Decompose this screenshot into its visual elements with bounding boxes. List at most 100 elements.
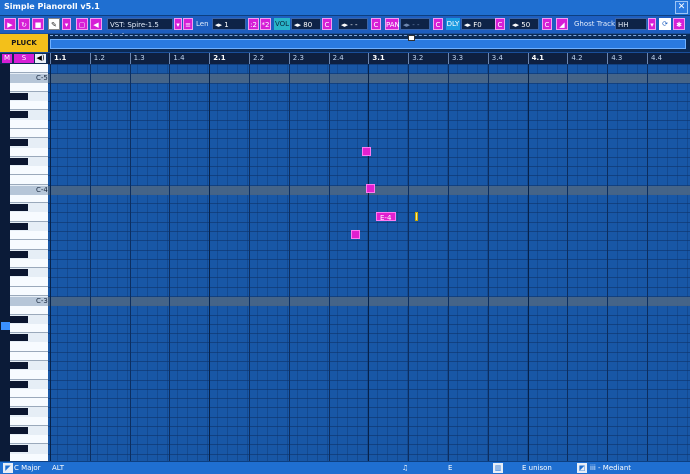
ruler-mark[interactable]: 3.1 <box>368 53 385 64</box>
white-key[interactable] <box>10 398 48 408</box>
vol-label[interactable]: VOL <box>274 18 290 30</box>
pan-arrows-icon: ◂▸ <box>403 21 413 29</box>
current-note: E <box>448 464 453 472</box>
ruler-mark[interactable]: 4.4 <box>647 53 662 64</box>
pan-input[interactable]: ◂▸ - - <box>400 18 430 30</box>
settings-icon[interactable]: ✱ <box>673 18 685 30</box>
scale-icon[interactable]: ◤ <box>3 463 13 473</box>
keyboard-icon[interactable]: ▥ <box>493 463 503 473</box>
ruler-mark[interactable]: 3.3 <box>448 53 463 64</box>
white-key[interactable] <box>10 277 48 287</box>
ruler-mark[interactable]: 1.1 <box>50 53 66 64</box>
white-key[interactable] <box>10 212 48 222</box>
title-bar <box>0 0 690 16</box>
vst-selector[interactable]: VST: Spire-1.5 [05] <box>107 18 173 41</box>
white-key[interactable] <box>10 416 48 426</box>
vel-reset-button[interactable]: C <box>371 18 381 30</box>
white-key[interactable] <box>10 342 48 352</box>
track-name-button[interactable]: PLUCK <box>0 34 48 52</box>
pan-label[interactable]: PAN <box>385 18 400 30</box>
close-button[interactable]: ✕ <box>675 1 688 14</box>
ghost-track-select[interactable]: HH <box>615 18 647 30</box>
preview-speaker-icon[interactable]: ◀) <box>35 54 46 63</box>
vel-value: - - <box>350 21 358 29</box>
white-key[interactable] <box>10 147 48 157</box>
beat-line <box>448 64 449 461</box>
tool-dropdown-icon[interactable]: ▾ <box>62 18 71 30</box>
vol-reset-button[interactable]: C <box>322 18 332 30</box>
swing-reset-button[interactable]: C <box>542 18 552 30</box>
loop-icon[interactable]: ↻ <box>18 18 30 30</box>
signal-icon[interactable]: ◢ <box>556 18 568 30</box>
scrollbar-thumb[interactable] <box>50 39 686 49</box>
mute-button[interactable]: M <box>2 54 12 63</box>
solo-button[interactable]: S <box>14 54 34 63</box>
beat-line <box>129 64 131 461</box>
beat-line <box>89 64 91 461</box>
pan-reset-button[interactable]: C <box>433 18 443 30</box>
white-key[interactable] <box>10 64 48 74</box>
white-key[interactable] <box>10 435 48 445</box>
ruler-mark[interactable]: 3.2 <box>408 53 423 64</box>
white-key[interactable] <box>10 175 48 185</box>
len-input[interactable]: ◂▸ 1 <box>212 18 246 30</box>
scale-label[interactable]: C Major <box>14 462 41 474</box>
white-key[interactable] <box>10 166 48 176</box>
ruler-mark[interactable]: 1.2 <box>89 53 105 64</box>
dly-reset-button[interactable]: C <box>495 18 505 30</box>
vol-value: 80 <box>303 21 313 29</box>
ruler-mark[interactable]: 1.3 <box>129 53 145 64</box>
playhead-marker[interactable] <box>408 35 415 41</box>
ruler-mark[interactable]: 2.2 <box>249 53 264 64</box>
midi-note[interactable] <box>351 230 360 239</box>
stop-icon[interactable]: ■ <box>32 18 44 30</box>
white-key[interactable] <box>10 370 48 380</box>
swing-arrows-icon: ◂▸ <box>512 21 522 29</box>
play-icon[interactable]: ▶ <box>4 18 16 30</box>
white-key[interactable] <box>10 258 48 269</box>
ruler-mark[interactable]: 4.1 <box>527 53 544 64</box>
ruler-mark[interactable]: 2.1 <box>209 53 226 64</box>
white-key[interactable] <box>10 119 48 129</box>
midi-note[interactable]: E-4 <box>376 212 396 222</box>
white-key[interactable] <box>10 323 48 334</box>
pan-value: - - <box>412 21 420 29</box>
midi-note[interactable] <box>362 147 371 156</box>
white-key[interactable] <box>10 305 48 315</box>
vst-dropdown-icon[interactable]: ▾ <box>174 18 182 30</box>
multiply-length-button[interactable]: *2 <box>260 18 271 30</box>
white-key[interactable] <box>10 351 48 361</box>
white-key[interactable] <box>10 101 48 111</box>
degree-icon[interactable]: ◩ <box>577 463 587 473</box>
keyboard-scroll-thumb[interactable] <box>1 322 10 330</box>
white-key[interactable] <box>10 286 48 296</box>
ruler-mark[interactable]: 2.4 <box>328 53 344 64</box>
white-key[interactable] <box>10 128 48 139</box>
ghost-dropdown-icon[interactable]: ▾ <box>648 18 656 30</box>
swing-input[interactable]: ◂▸ 50 <box>509 18 539 30</box>
status-bar: ◤ C Major ALT ♫ E ▥ E unison ◩ iii - Med… <box>0 461 690 474</box>
ruler-mark[interactable]: 4.2 <box>567 53 583 64</box>
vol-input[interactable]: ◂▸ 80 <box>291 18 321 30</box>
white-key[interactable] <box>10 82 48 92</box>
ruler-mark[interactable]: 1.4 <box>169 53 185 64</box>
select-tool-icon[interactable]: ▢ <box>76 18 88 30</box>
white-key[interactable] <box>10 231 48 241</box>
pencil-tool-icon[interactable]: ✎ <box>48 18 60 30</box>
midi-note[interactable] <box>366 184 375 193</box>
white-key[interactable] <box>10 240 48 250</box>
timeline-ruler[interactable]: 1.1 1.2 1.3 1.4 2.1 2.2 2.3 2.4 3.1 3.2 3.3 3.4 4.1 4… <box>48 53 690 64</box>
ruler-mark[interactable]: 2.3 <box>288 53 304 64</box>
note-grid[interactable]: E-4 <box>48 64 690 461</box>
refresh-icon[interactable]: ⟳ <box>659 18 671 30</box>
speaker-icon[interactable]: ◀ <box>90 18 102 30</box>
vel-input[interactable]: ◂▸ - - <box>338 18 368 30</box>
menu-icon[interactable]: ≡ <box>183 18 193 30</box>
white-key[interactable] <box>10 193 48 204</box>
keyboard-scroll-strip[interactable] <box>0 64 10 461</box>
ruler-mark[interactable]: 4.3 <box>607 53 622 64</box>
white-key[interactable] <box>10 388 48 399</box>
ruler-mark[interactable]: 3.4 <box>487 53 503 64</box>
dly-label[interactable]: DLY <box>446 18 460 30</box>
divide-length-button[interactable]: :2 <box>248 18 259 30</box>
